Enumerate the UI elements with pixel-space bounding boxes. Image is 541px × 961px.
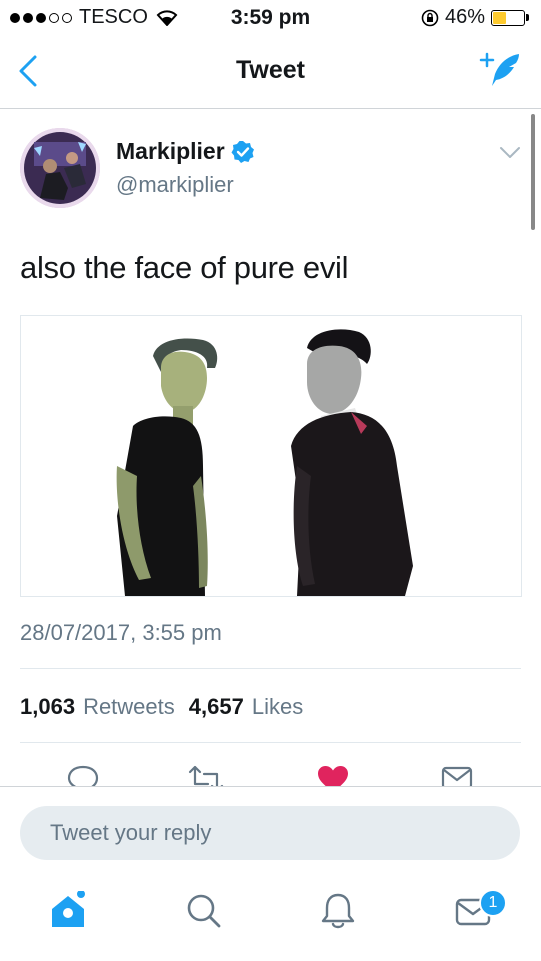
tweet-actions bbox=[0, 764, 541, 786]
battery-tip bbox=[526, 14, 529, 21]
verified-icon bbox=[231, 140, 254, 163]
retweets-count[interactable]: 1,063 bbox=[20, 694, 75, 720]
avatar[interactable] bbox=[20, 128, 100, 208]
likes-count[interactable]: 4,657 bbox=[189, 694, 244, 720]
divider bbox=[20, 668, 521, 669]
divider bbox=[20, 742, 521, 743]
reply-icon[interactable] bbox=[66, 764, 100, 786]
like-icon[interactable] bbox=[316, 764, 350, 786]
compose-icon[interactable] bbox=[479, 50, 523, 90]
scrollbar[interactable] bbox=[531, 114, 535, 230]
tweet-text: also the face of pure evil bbox=[20, 250, 349, 285]
battery-fill bbox=[493, 11, 506, 24]
tweet-stats: 1,063 Retweets 4,657 Likes bbox=[20, 694, 317, 720]
battery-percent: 46% bbox=[444, 6, 485, 28]
tweet-media[interactable] bbox=[20, 315, 522, 597]
reply-input[interactable] bbox=[20, 806, 520, 860]
retweet-icon[interactable] bbox=[186, 764, 226, 786]
rotation-lock-icon bbox=[421, 9, 439, 26]
caret-down-icon[interactable] bbox=[499, 146, 521, 160]
retweets-label[interactable]: Retweets bbox=[83, 694, 175, 720]
tweet-header: Markiplier @markiplier bbox=[20, 128, 521, 212]
search-icon[interactable] bbox=[184, 891, 224, 931]
navigation-bar: Tweet bbox=[0, 36, 541, 109]
notifications-icon[interactable] bbox=[318, 891, 358, 931]
battery-icon bbox=[491, 9, 525, 26]
author-handle[interactable]: @markiplier bbox=[116, 172, 234, 198]
tweet-timestamp: 28/07/2017, 3:55 pm bbox=[20, 620, 222, 645]
page-title: Tweet bbox=[236, 56, 305, 84]
messages-badge: 1 bbox=[479, 889, 507, 917]
avatar-image bbox=[20, 128, 100, 208]
media-image bbox=[21, 316, 521, 596]
likes-label[interactable]: Likes bbox=[252, 694, 303, 720]
author-name[interactable]: Markiplier bbox=[116, 138, 225, 165]
status-bar: TESCO 3:59 pm 46% bbox=[0, 0, 541, 36]
battery-area: 46% bbox=[421, 6, 529, 29]
share-icon[interactable] bbox=[440, 764, 474, 786]
author-name-row[interactable]: Markiplier bbox=[116, 138, 255, 165]
reply-bar: 1 bbox=[0, 786, 541, 961]
home-icon[interactable] bbox=[48, 891, 88, 931]
